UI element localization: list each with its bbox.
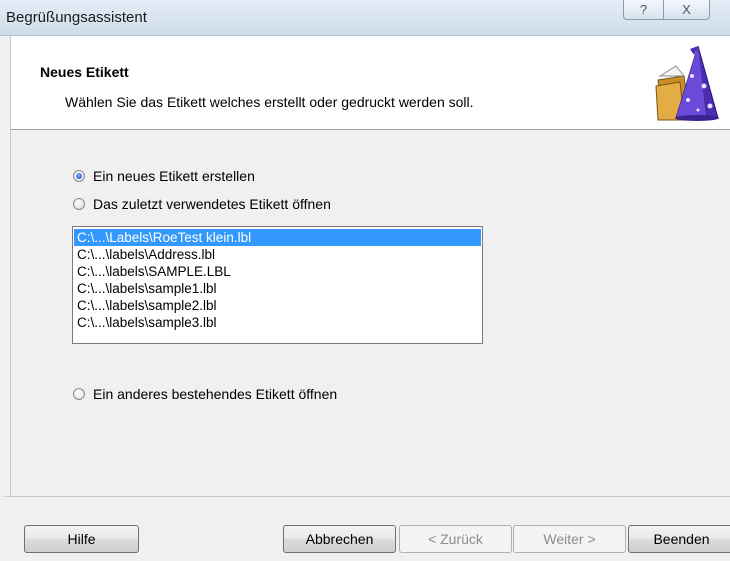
- next-button[interactable]: Weiter >: [513, 525, 626, 553]
- option-recent-label[interactable]: Das zuletzt verwendetes Etikett öffnen: [73, 196, 331, 212]
- option-new-label-text: Ein neues Etikett erstellen: [93, 168, 255, 184]
- back-button[interactable]: < Zurück: [399, 525, 512, 553]
- button-bar: Hilfe Abbrechen < Zurück Weiter > Beende…: [0, 496, 730, 561]
- wizard-hat-icon: [655, 46, 719, 121]
- option-new-label[interactable]: Ein neues Etikett erstellen: [73, 168, 255, 184]
- page-title: Neues Etikett: [40, 64, 129, 80]
- cancel-button[interactable]: Abbrechen: [283, 525, 396, 553]
- page-description: Wählen Sie das Etikett welches erstellt …: [65, 94, 474, 110]
- wizard-header: Neues Etikett Wählen Sie das Etikett wel…: [10, 36, 730, 130]
- radio-recent-label[interactable]: [73, 198, 85, 210]
- option-other-label-text: Ein anderes bestehendes Etikett öffnen: [93, 386, 338, 402]
- list-item[interactable]: C:\...\labels\SAMPLE.LBL: [74, 263, 481, 280]
- window-title: Begrüßungsassistent: [6, 9, 147, 26]
- wizard-content: Ein neues Etikett erstellen Das zuletzt …: [10, 130, 730, 496]
- finish-button[interactable]: Beenden: [628, 525, 730, 553]
- help-button[interactable]: Hilfe: [24, 525, 139, 553]
- recent-files-list[interactable]: C:\...\Labels\RoeTest klein.lbl C:\...\l…: [72, 226, 483, 344]
- radio-new-label[interactable]: [73, 170, 85, 182]
- help-question-icon[interactable]: ?: [623, 0, 664, 20]
- title-bar[interactable]: Begrüßungsassistent ? X: [0, 0, 730, 36]
- option-recent-label-text: Das zuletzt verwendetes Etikett öffnen: [93, 196, 331, 212]
- list-item[interactable]: C:\...\Labels\RoeTest klein.lbl: [74, 229, 481, 246]
- list-item[interactable]: C:\...\labels\Address.lbl: [74, 246, 481, 263]
- option-other-label[interactable]: Ein anderes bestehendes Etikett öffnen: [73, 386, 337, 402]
- list-item[interactable]: C:\...\labels\sample1.lbl: [74, 280, 481, 297]
- close-icon[interactable]: X: [663, 0, 710, 20]
- list-item[interactable]: C:\...\labels\sample3.lbl: [74, 314, 481, 331]
- radio-other-label[interactable]: [73, 388, 85, 400]
- list-item[interactable]: C:\...\labels\sample2.lbl: [74, 297, 481, 314]
